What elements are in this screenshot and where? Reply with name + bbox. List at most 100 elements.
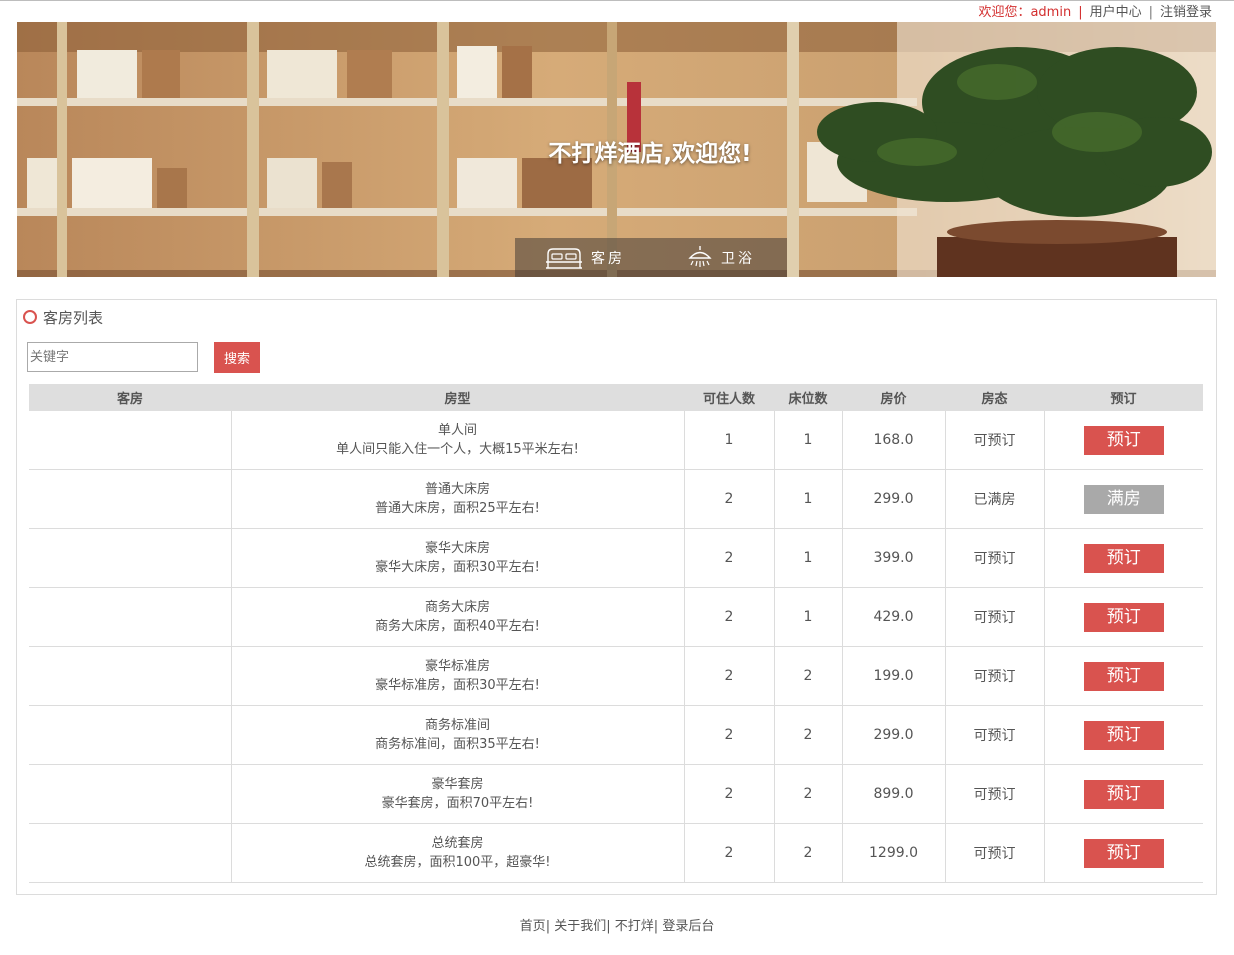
circle-icon bbox=[23, 310, 37, 324]
separator: | bbox=[1078, 5, 1083, 20]
book-button[interactable]: 预订 bbox=[1083, 661, 1164, 691]
user-bar: 欢迎您：admin | 用户中心 | 注销登录 bbox=[978, 4, 1212, 22]
nav-item-bath[interactable]: 卫浴 bbox=[687, 246, 755, 270]
beds-cell: 1 bbox=[774, 411, 843, 470]
room-list-panel: 客房列表 搜索 客房 房型 可住人数 床位数 房价 房态 预订 单人间单人间只能… bbox=[16, 299, 1217, 895]
banner-nav: 客房 卫浴 bbox=[515, 238, 787, 277]
price-cell: 899.0 bbox=[842, 764, 946, 824]
price-cell: 299.0 bbox=[842, 705, 946, 765]
book-button[interactable]: 预订 bbox=[1083, 720, 1164, 750]
book-button[interactable]: 预订 bbox=[1083, 838, 1164, 868]
price-cell: 168.0 bbox=[842, 411, 946, 470]
status-cell: 已满房 bbox=[945, 469, 1045, 529]
action-cell: 预订 bbox=[1044, 764, 1203, 824]
status-cell: 可预订 bbox=[945, 528, 1045, 588]
nav-item-rooms[interactable]: 客房 bbox=[545, 246, 625, 270]
rooms-table: 客房 房型 可住人数 床位数 房价 房态 预订 单人间 单人间只能入住一个人，大概… bbox=[29, 384, 1203, 883]
table-row: 普通大床房 普通大床房，面积25平左右! 2 1 299.0 已满房 满房 bbox=[29, 469, 1203, 529]
separator: | bbox=[545, 919, 551, 934]
header-cell: 房价 bbox=[842, 384, 945, 411]
room-type-cell: 豪华标准房豪华标准房，面积30平左右! bbox=[231, 646, 685, 706]
action-cell: 预订 bbox=[1044, 823, 1203, 883]
search-button[interactable]: 搜索 bbox=[214, 342, 260, 373]
footer-link-about[interactable]: 关于我们 bbox=[554, 919, 606, 934]
separator: | bbox=[1148, 5, 1153, 20]
people-cell: 2 bbox=[684, 823, 775, 883]
table-row: 豪华套房 豪华套房，面积70平左右! 2 2 899.0 可预订 预订 bbox=[29, 764, 1203, 824]
footer-link-admin[interactable]: 登录后台 bbox=[662, 919, 714, 934]
room-desc: 普通大床房，面积25平左右! bbox=[375, 501, 540, 516]
header-cell: 客房 bbox=[29, 384, 231, 411]
welcome-text: 欢迎您：admin bbox=[978, 5, 1072, 20]
room-image-cell bbox=[29, 587, 232, 647]
beds-cell: 1 bbox=[774, 528, 843, 588]
beds-cell: 1 bbox=[774, 587, 843, 647]
header-cell: 房态 bbox=[945, 384, 1044, 411]
people-cell: 2 bbox=[684, 528, 775, 588]
room-image-cell bbox=[29, 705, 232, 765]
header-cell: 预订 bbox=[1044, 384, 1203, 411]
book-button[interactable]: 预订 bbox=[1083, 543, 1164, 573]
status-cell: 可预订 bbox=[945, 764, 1045, 824]
panel-title-text: 客房列表 bbox=[43, 308, 104, 327]
room-name: 豪华标准房 bbox=[424, 659, 490, 674]
hero-banner: 不打烊酒店,欢迎您! 客房 卫浴 bbox=[17, 22, 1216, 277]
beds-cell: 2 bbox=[774, 705, 843, 765]
room-name: 普通大床房 bbox=[424, 482, 490, 497]
room-desc: 商务标准间，面积35平左右! bbox=[375, 737, 540, 752]
action-cell: 预订 bbox=[1044, 705, 1203, 765]
room-type-cell: 普通大床房普通大床房，面积25平左右! bbox=[231, 469, 685, 529]
header-cell: 床位数 bbox=[774, 384, 842, 411]
action-cell: 预订 bbox=[1044, 411, 1203, 470]
people-cell: 2 bbox=[684, 469, 775, 529]
people-cell: 2 bbox=[684, 764, 775, 824]
footer-link-home[interactable]: 首页 bbox=[520, 919, 546, 934]
room-name: 总统套房 bbox=[431, 836, 484, 851]
room-type-cell: 商务大床房 商务大床房，面积40平左右! bbox=[231, 587, 685, 647]
action-cell: 预订 bbox=[1044, 528, 1203, 588]
room-image-cell bbox=[29, 528, 232, 588]
table-header: 客房 房型 可住人数 床位数 房价 房态 预订 bbox=[29, 384, 1203, 411]
people-cell: 2 bbox=[684, 646, 775, 706]
room-image-cell bbox=[29, 764, 232, 824]
status-cell: 可预订 bbox=[945, 587, 1045, 647]
status-cell: 可预订 bbox=[945, 705, 1045, 765]
book-button[interactable]: 预订 bbox=[1083, 425, 1164, 455]
shower-icon bbox=[688, 246, 712, 267]
search-input[interactable] bbox=[27, 342, 198, 372]
room-name: 豪华大床房 bbox=[424, 541, 490, 556]
room-desc: 豪华大床房，面积30平左右! bbox=[375, 560, 540, 575]
book-button[interactable]: 预订 bbox=[1083, 779, 1164, 809]
nav-item-label: 客房 bbox=[591, 251, 625, 267]
table-row: 商务标准间 商务标准间，面积35平左右! 2 2 299.0 可预订 预订 bbox=[29, 705, 1203, 765]
room-image-cell bbox=[29, 646, 232, 706]
user-center-link[interactable]: 用户中心 bbox=[1090, 5, 1142, 20]
full-button[interactable]: 满房 bbox=[1083, 484, 1164, 514]
room-image-cell bbox=[29, 411, 232, 470]
header-cell: 可住人数 bbox=[684, 384, 774, 411]
room-name: 单人间 bbox=[437, 423, 477, 438]
price-cell: 1299.0 bbox=[842, 823, 946, 883]
price-cell: 429.0 bbox=[842, 587, 946, 647]
room-type-cell: 豪华套房 豪华套房，面积70平左右! bbox=[231, 764, 685, 824]
table-row: 豪华大床房豪华大床房，面积30平左右! 2 1 399.0 可预订 预订 bbox=[29, 528, 1203, 588]
book-button[interactable]: 预订 bbox=[1083, 602, 1164, 632]
footer-link-brand[interactable]: 不打烊 bbox=[615, 919, 654, 934]
top-border bbox=[0, 0, 1234, 1]
room-type-cell: 单人间 单人间只能入住一个人，大概15平米左右! bbox=[231, 411, 685, 470]
separator: | bbox=[653, 919, 659, 934]
people-cell: 1 bbox=[684, 411, 775, 470]
people-cell: 2 bbox=[684, 705, 775, 765]
room-desc: 豪华套房，面积70平左右! bbox=[381, 796, 534, 811]
price-cell: 399.0 bbox=[842, 528, 946, 588]
room-desc: 豪华标准房，面积30平左右! bbox=[375, 678, 540, 693]
table-row: 豪华标准房 豪华标准房，面积30平左右! 2 2 199.0 可预订 预订 bbox=[29, 646, 1203, 706]
beds-cell: 2 bbox=[774, 646, 843, 706]
table-row: 单人间 单人间只能入住一个人，大概15平米左右! 1 1 168.0 可预订 预订 bbox=[29, 411, 1203, 470]
room-desc: 总统套房，面积100平，超豪华! bbox=[364, 855, 551, 870]
table-row: 商务大床房 商务大床房，面积40平左右! 2 1 429.0 可预订 预订 bbox=[29, 587, 1203, 647]
room-desc: 商务大床房，面积40平左右! bbox=[375, 619, 540, 634]
separator: | bbox=[606, 919, 611, 934]
people-cell: 2 bbox=[684, 587, 775, 647]
logout-link[interactable]: 注销登录 bbox=[1160, 5, 1212, 20]
